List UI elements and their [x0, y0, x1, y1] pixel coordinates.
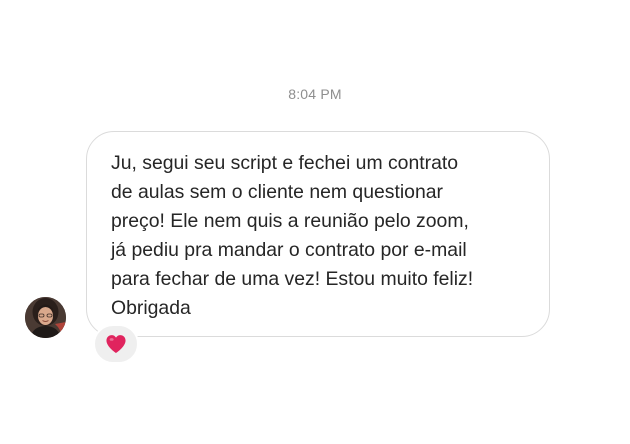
heart-icon — [106, 335, 126, 354]
message-bubble[interactable]: Ju, segui seu script e fechei um contrat… — [86, 131, 550, 337]
avatar-photo — [25, 297, 66, 338]
heart-reaction[interactable] — [93, 324, 139, 364]
sender-avatar[interactable] — [25, 297, 66, 338]
message-text: Ju, segui seu script e fechei um contrat… — [111, 152, 474, 319]
message-timestamp: 8:04 PM — [288, 86, 342, 102]
